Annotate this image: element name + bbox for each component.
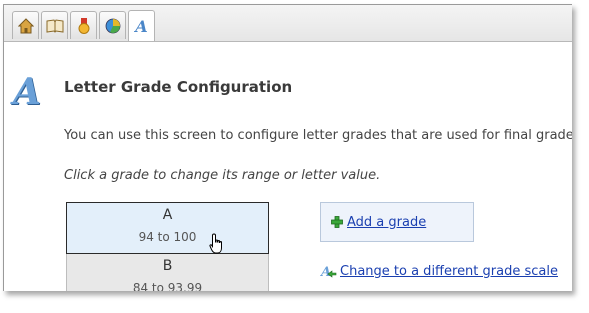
svg-text:A: A <box>320 265 331 279</box>
page-title: Letter Grade Configuration <box>64 78 293 96</box>
app-window: A A Letter Grade Configuration You can u… <box>3 4 572 291</box>
grade-letter: A <box>162 207 173 223</box>
grade-row-a[interactable]: A 94 to 100 <box>66 202 269 254</box>
grade-range: 84 to 93.99 <box>132 281 203 291</box>
tab-home[interactable] <box>12 11 39 39</box>
tab-medal[interactable] <box>70 11 97 39</box>
grade-row-b[interactable]: B 84 to 93.99 <box>66 254 269 291</box>
change-scale-icon: A <box>320 265 337 279</box>
plus-icon <box>331 216 343 228</box>
tab-pie-chart[interactable] <box>99 11 126 39</box>
book-icon <box>46 18 63 33</box>
instruction-hint: Click a grade to change its range or let… <box>64 168 381 183</box>
medal-icon <box>78 17 89 34</box>
grade-letter: B <box>162 258 173 274</box>
add-grade-link[interactable]: Add a grade <box>347 215 426 230</box>
tab-bar: A <box>4 5 572 42</box>
hand-cursor-icon <box>209 233 222 254</box>
letter-grade-icon: A <box>135 16 148 36</box>
tab-letter-grade[interactable]: A <box>128 10 155 41</box>
pie-chart-icon <box>105 18 120 33</box>
page-description: You can use this screen to configure let… <box>64 128 572 143</box>
change-grade-scale-link[interactable]: Change to a different grade scale <box>340 264 558 279</box>
tab-book[interactable] <box>41 11 68 39</box>
home-icon <box>17 17 34 33</box>
main-content: A Letter Grade Configuration You can use… <box>4 42 572 291</box>
grade-range: 94 to 100 <box>138 230 197 244</box>
add-grade-box: Add a grade <box>320 202 474 242</box>
letter-grade-header-icon: A <box>13 71 41 113</box>
change-scale-row: A Change to a different grade scale <box>320 264 558 279</box>
